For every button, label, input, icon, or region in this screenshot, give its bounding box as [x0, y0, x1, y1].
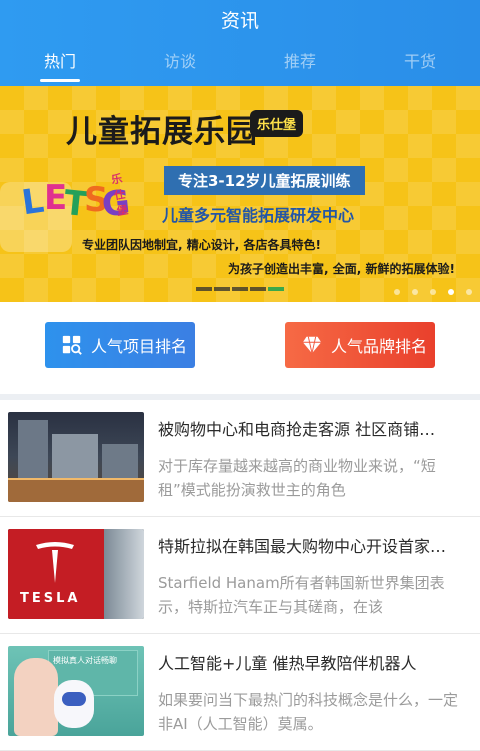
ranking-actions: 人气项目排名 人气品牌排名 — [0, 302, 480, 394]
brand-rank-button[interactable]: 人气品牌排名 — [285, 322, 435, 368]
building-shape — [102, 444, 138, 482]
project-rank-label: 人气项目排名 — [91, 337, 188, 356]
board-caption: 模拟真人对话畅聊 — [53, 656, 117, 665]
tab-hot[interactable]: 热门 — [0, 44, 120, 84]
news-item[interactable]: 模拟真人对话畅聊 人工智能+儿童 催热早教陪伴机器人 如果要问当下最热门的科技概… — [0, 634, 480, 751]
window-shape — [104, 529, 144, 619]
banner-subtitle: 儿童多元智能拓展研发中心 — [162, 206, 355, 225]
news-item[interactable]: 被购物中心和电商抢走客源 社区商铺… 对于库存量越来越高的商业物业来说，“短租”… — [0, 400, 480, 517]
news-thumbnail: TESLA — [8, 529, 144, 619]
tab-interview[interactable]: 访谈 — [120, 44, 240, 84]
news-list: 被购物中心和电商抢走客源 社区商铺… 对于库存量越来越高的商业物业来说，“短租”… — [0, 400, 480, 751]
news-summary: 如果要问当下最热门的科技概念是什么，一定非AI（人工智能）莫属。 — [158, 691, 459, 733]
progress-segment — [196, 287, 212, 291]
banner-copy-2: 为孩子创造出丰富, 全面, 新鲜的拓展体验! — [228, 262, 455, 276]
banner-copy-1: 专业团队因地制宜, 精心设计, 各店各具特色! — [82, 238, 321, 252]
street-shape — [8, 480, 144, 502]
carousel-dot[interactable] — [394, 289, 400, 295]
tab-practical[interactable]: 干货 — [360, 44, 480, 84]
carousel-dot[interactable] — [412, 289, 418, 295]
news-title: 人工智能+儿童 催热早教陪伴机器人 — [158, 654, 417, 673]
top-header: 资讯 热门 访谈 推荐 干货 — [0, 0, 480, 86]
page-title: 资讯 — [220, 10, 259, 32]
progress-segment-active — [268, 287, 284, 291]
diamond-icon — [302, 336, 322, 354]
brand-rank-label: 人气品牌排名 — [331, 337, 428, 356]
news-thumbnail: 模拟真人对话畅聊 — [8, 646, 144, 736]
building-shape — [18, 420, 48, 482]
progress-segment — [250, 287, 266, 291]
tesla-logo-icon — [36, 542, 74, 583]
project-rank-button[interactable]: 人气项目排名 — [45, 322, 195, 368]
tesla-wordmark: TESLA — [20, 591, 81, 606]
carousel-indicator — [394, 289, 472, 295]
news-summary: Starfield Hanam所有者韩国新世界集团表示，特斯拉汽车正与其磋商，在… — [158, 574, 445, 616]
banner-title: 儿童拓展乐园 — [66, 114, 258, 150]
category-tabs: 热门 访谈 推荐 干货 — [0, 44, 480, 84]
progress-segment — [214, 287, 230, 291]
kid-robot-image: 模拟真人对话畅聊 — [8, 646, 144, 736]
robot-figure — [54, 680, 94, 728]
progress-segment — [232, 287, 248, 291]
news-title: 被购物中心和电商抢走客源 社区商铺… — [158, 420, 436, 439]
tab-recommend[interactable]: 推荐 — [240, 44, 360, 84]
building-shape — [52, 434, 98, 482]
carousel-dot-active[interactable] — [448, 289, 454, 295]
news-title: 特斯拉拟在韩国最大购物中心开设首家… — [158, 537, 447, 556]
mall-building-image — [8, 412, 144, 502]
letsg-logo: L E T S G 乐仕堡 — [19, 172, 132, 225]
tesla-store-image: TESLA — [8, 529, 144, 619]
news-summary: 对于库存量越来越高的商业物业来说，“短租”模式能扮演救世主的角色 — [158, 457, 436, 499]
banner-badge: 乐仕堡 — [250, 110, 304, 137]
carousel-dot[interactable] — [466, 289, 472, 295]
grid-search-icon — [62, 335, 82, 355]
carousel-dot[interactable] — [430, 289, 436, 295]
banner-tag: 专注3-12岁儿童拓展训练 — [164, 166, 365, 195]
child-figure — [14, 658, 58, 736]
news-thumbnail — [8, 412, 144, 502]
promo-banner[interactable]: 儿童拓展乐园 乐仕堡 L E T S G 乐仕堡 专注3-12岁儿童拓展训练 儿… — [0, 86, 480, 302]
robot-face — [62, 692, 86, 706]
news-item[interactable]: TESLA 特斯拉拟在韩国最大购物中心开设首家… Starfield Hanam… — [0, 517, 480, 634]
logo-letter-l: L — [19, 180, 47, 224]
banner-progress-bar — [196, 287, 284, 291]
